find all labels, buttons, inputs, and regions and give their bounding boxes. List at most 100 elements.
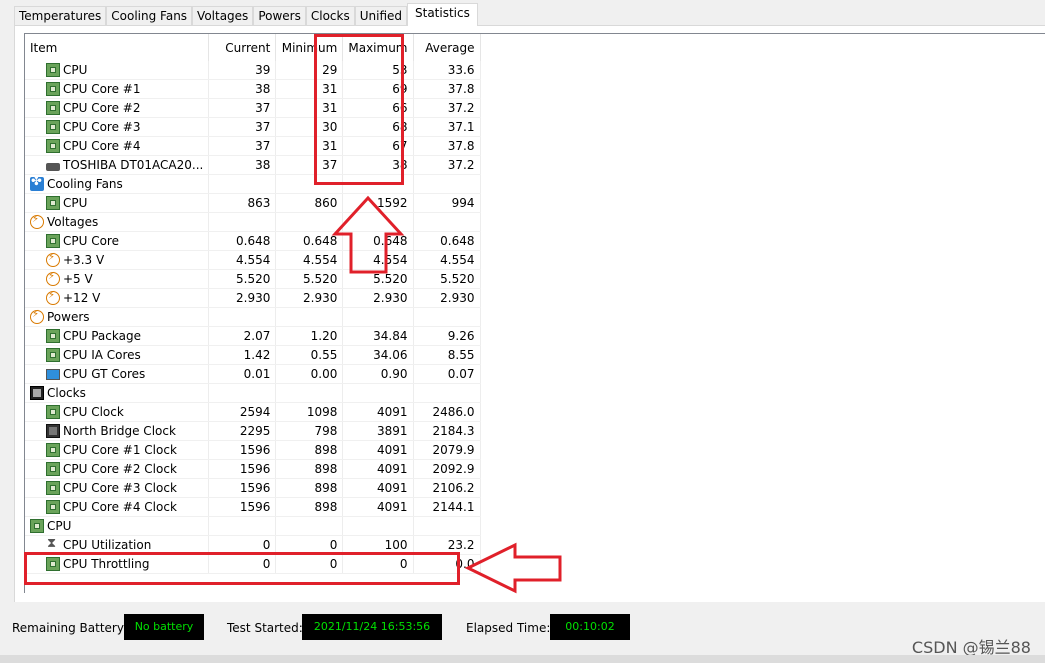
- average-cell: 8.55: [413, 345, 481, 365]
- item-cell: +3.3 V: [25, 250, 210, 270]
- item-label: +12 V: [63, 291, 101, 305]
- chip-icon: [46, 557, 60, 571]
- minimum-cell: 5.520: [275, 269, 344, 289]
- tab-unified[interactable]: Unified: [354, 6, 407, 26]
- maximum-cell: [342, 212, 414, 232]
- item-cell: CPU Utilization: [25, 535, 210, 555]
- item-cell: CPU Core #1 Clock: [25, 440, 210, 460]
- tab-statistics[interactable]: Statistics: [407, 3, 478, 26]
- table-row[interactable]: CPU Core #3 37 30 68 37.1: [25, 117, 481, 137]
- item-label: Cooling Fans: [47, 177, 123, 191]
- maximum-cell: 53: [342, 61, 414, 80]
- maximum-cell: 34.06: [342, 345, 414, 365]
- item-cell-content: +3.3 V: [25, 251, 203, 269]
- table-row[interactable]: +3.3 V4.5544.5544.5544.554: [25, 250, 481, 270]
- item-cell-content: CPU Core #1: [25, 80, 203, 98]
- table-row[interactable]: +5 V5.5205.5205.5205.520: [25, 269, 481, 289]
- table-row[interactable]: CPU Utilization0010023.2: [25, 535, 481, 555]
- column-header-maximum[interactable]: Maximum: [342, 34, 414, 61]
- column-header-current[interactable]: Current: [208, 34, 277, 61]
- table-row[interactable]: CPU Core #4 Clock 1596 898 4091 2144.1: [25, 497, 481, 517]
- tab-voltages[interactable]: Voltages: [192, 6, 254, 26]
- table-row[interactable]: +12 V2.9302.9302.9302.930: [25, 288, 481, 308]
- table-row[interactable]: CPU Core #2 Clock 1596 898 4091 2092.9: [25, 459, 481, 479]
- current-cell: 37: [208, 98, 277, 118]
- item-cell-content: CPU Utilization: [25, 536, 203, 554]
- item-label: CPU: [47, 519, 72, 533]
- table-row[interactable]: TOSHIBA DT01ACA20... 38 37 38 37.2: [25, 155, 481, 175]
- minimum-cell: [275, 516, 344, 536]
- table-row[interactable]: CPU 39 29 53 33.6: [25, 61, 481, 80]
- minimum-cell: 798: [275, 421, 344, 441]
- current-cell: 37: [208, 136, 277, 156]
- group-row[interactable]: Voltages: [25, 212, 481, 232]
- table-row[interactable]: CPU Core #1 38 31 69 37.8: [25, 79, 481, 99]
- tab-temperatures[interactable]: Temperatures: [14, 6, 107, 26]
- current-cell: 5.520: [208, 269, 277, 289]
- table-row[interactable]: CPU Package 2.07 1.20 34.84 9.26: [25, 326, 481, 346]
- item-cell-content: Powers: [25, 308, 203, 326]
- status-bar: Remaining Battery: No battery Test Start…: [0, 612, 1045, 644]
- current-cell: 0.648: [208, 231, 277, 251]
- item-label: CPU Core #2 Clock: [63, 462, 177, 476]
- chip-icon: [46, 481, 60, 495]
- maximum-cell: 4091: [342, 402, 414, 422]
- table-row[interactable]: CPU Core #2 37 31 66 37.2: [25, 98, 481, 118]
- item-label: CPU GT Cores: [63, 367, 146, 381]
- table-row[interactable]: CPU Core #4 37 31 67 37.8: [25, 136, 481, 156]
- current-cell: 1596: [208, 478, 277, 498]
- item-cell-content: CPU Package: [25, 327, 203, 345]
- current-cell: 0: [208, 554, 277, 574]
- column-header-item[interactable]: Item: [25, 34, 210, 61]
- bolt-icon: [46, 290, 60, 305]
- table-row[interactable]: CPU 863 860 1592 994: [25, 193, 481, 213]
- item-label: Voltages: [47, 215, 99, 229]
- item-cell-content: CPU Clock: [25, 403, 203, 421]
- table-row[interactable]: CPU Core #3 Clock 1596 898 4091 2106.2: [25, 478, 481, 498]
- chip-icon: [46, 443, 60, 457]
- nb-icon: [46, 424, 60, 438]
- table-row[interactable]: CPU Core #1 Clock 1596 898 4091 2079.9: [25, 440, 481, 460]
- item-label: +3.3 V: [63, 253, 105, 267]
- current-cell: 1596: [208, 497, 277, 517]
- table-row[interactable]: CPU IA Cores 1.42 0.55 34.06 8.55: [25, 345, 481, 365]
- group-row[interactable]: Powers: [25, 307, 481, 327]
- average-cell: 2092.9: [413, 459, 481, 479]
- table-row[interactable]: CPU Throttling 0 0 0 0.0: [25, 554, 481, 574]
- table-row[interactable]: CPU Core 0.648 0.648 0.648 0.648: [25, 231, 481, 251]
- item-label: CPU Core #2: [63, 101, 141, 115]
- chip-icon: [46, 500, 60, 514]
- average-cell: 0.648: [413, 231, 481, 251]
- tab-cooling-fans[interactable]: Cooling Fans: [106, 6, 193, 26]
- table-row[interactable]: CPU GT Cores 0.01 0.00 0.90 0.07: [25, 364, 481, 384]
- minimum-cell: 29: [275, 61, 344, 80]
- group-row[interactable]: Cooling Fans: [25, 174, 481, 194]
- column-header-average[interactable]: Average: [413, 34, 481, 61]
- average-cell: [413, 516, 481, 536]
- tab-clocks[interactable]: Clocks: [305, 6, 355, 26]
- table-row[interactable]: North Bridge Clock 2295 798 3891 2184.3: [25, 421, 481, 441]
- maximum-cell: 34.84: [342, 326, 414, 346]
- group-row[interactable]: Clocks: [25, 383, 481, 403]
- minimum-cell: 31: [275, 136, 344, 156]
- statistics-list[interactable]: Item Current Minimum Maximum Average CPU…: [24, 33, 1045, 593]
- item-label: CPU Utilization: [63, 538, 152, 552]
- minimum-cell: 2.930: [275, 288, 344, 308]
- item-cell-content: CPU Throttling: [25, 555, 203, 573]
- column-header-minimum[interactable]: Minimum: [275, 34, 344, 61]
- tab-powers[interactable]: Powers: [253, 6, 306, 26]
- average-cell: [413, 174, 481, 194]
- chip-icon: [46, 101, 60, 115]
- disk-icon: [46, 162, 60, 171]
- average-cell: 2079.9: [413, 440, 481, 460]
- current-cell: [208, 307, 277, 327]
- table-row[interactable]: CPU Clock 2594 1098 4091 2486.0: [25, 402, 481, 422]
- hourglass-icon: [46, 536, 60, 552]
- minimum-cell: 1098: [275, 402, 344, 422]
- group-row[interactable]: CPU: [25, 516, 481, 536]
- chip-icon: [46, 139, 60, 153]
- column-header-row: Item Current Minimum Maximum Average: [25, 34, 481, 61]
- item-label: CPU Throttling: [63, 557, 150, 571]
- current-cell: 4.554: [208, 250, 277, 270]
- maximum-cell: 4091: [342, 440, 414, 460]
